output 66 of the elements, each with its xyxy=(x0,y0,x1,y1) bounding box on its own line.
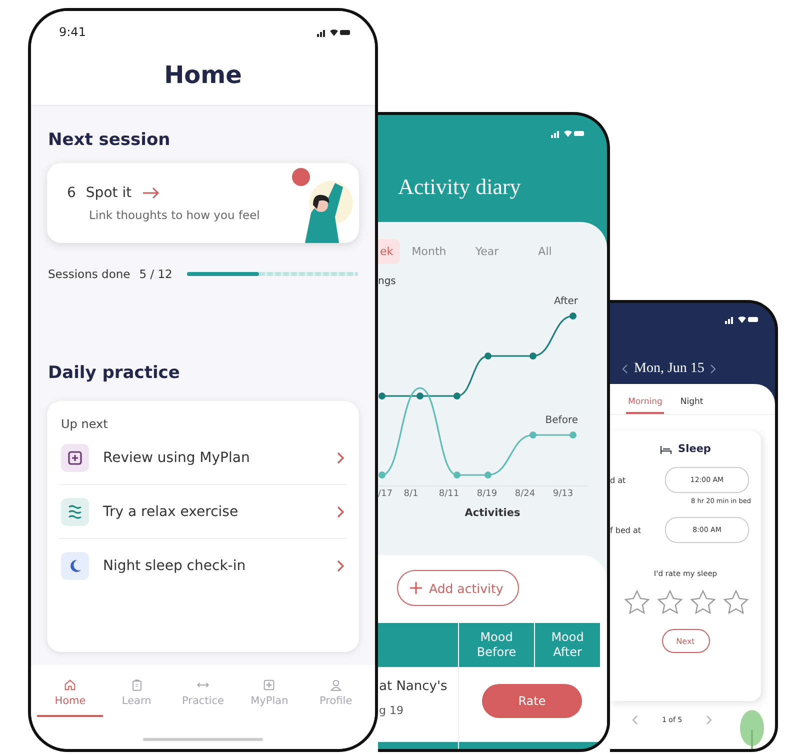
chevron-right-icon[interactable] xyxy=(710,364,716,374)
tab-bar-item[interactable]: Learn xyxy=(103,669,170,717)
rate-button[interactable]: Rate xyxy=(482,684,582,718)
field-label: f bed at xyxy=(610,526,642,534)
progress-label: Sessions done xyxy=(48,267,130,281)
status-time: 9:41 xyxy=(59,25,86,39)
next-button[interactable]: Next xyxy=(662,629,710,653)
progress-count: 5 / 12 xyxy=(139,267,172,281)
tab-bar-item[interactable]: MyPlan xyxy=(236,669,303,717)
series-label: After xyxy=(554,296,578,307)
card-subheading: Up next xyxy=(61,417,108,431)
activity-date: g 19 xyxy=(379,704,404,717)
column-header: Mood After xyxy=(534,623,600,667)
time-tab[interactable]: Night xyxy=(678,392,706,414)
tab-bar-item[interactable]: Home xyxy=(37,669,104,717)
card-title: Sleep xyxy=(678,443,711,455)
chevron-right-icon xyxy=(337,560,345,572)
bed-icon xyxy=(660,444,672,454)
section-heading: Daily practice xyxy=(48,363,180,383)
session-title: Spot it xyxy=(86,184,132,200)
screen-title: Activity diary xyxy=(398,174,521,199)
section-heading: Next session xyxy=(48,130,170,150)
session-number: 6 xyxy=(67,184,76,200)
moon-icon xyxy=(61,552,89,580)
star-icon xyxy=(624,590,650,615)
axis-tick-label: 8/19 xyxy=(476,489,498,499)
task-item[interactable]: Night sleep check-in xyxy=(59,539,347,592)
period-tab[interactable]: All xyxy=(516,238,574,264)
star-icon xyxy=(723,590,749,615)
axis-tick-label: 8/24 xyxy=(514,489,536,499)
period-tab[interactable]: Year xyxy=(458,238,516,264)
task-item[interactable]: Try a relax exercise xyxy=(59,485,347,539)
axis-tick-label: /17 xyxy=(378,489,392,499)
chevron-left-icon[interactable] xyxy=(622,364,628,374)
time-tab[interactable]: Morning xyxy=(626,392,664,414)
axis-label: Activities xyxy=(464,507,520,519)
chevron-right-icon xyxy=(337,452,345,464)
axis-tick-label: 8/1 xyxy=(402,489,420,499)
tab-bar-item[interactable]: Practice xyxy=(170,669,236,717)
star-icon xyxy=(690,590,716,615)
session-subtitle: Link thoughts to how you feel xyxy=(89,208,260,222)
waves-icon xyxy=(61,498,89,526)
plus-square-icon xyxy=(61,444,89,472)
date-title: Mon, Jun 15 xyxy=(634,361,704,377)
chevron-right-icon xyxy=(337,506,345,518)
column-header: Mood Before xyxy=(458,623,535,667)
add-activity-button[interactable]: Add activity xyxy=(397,570,519,606)
table-cell: at Nancy's g 19 xyxy=(378,667,458,749)
status-icons xyxy=(725,315,759,324)
tab-bar-item[interactable]: Profile xyxy=(302,669,370,717)
status-icons xyxy=(317,28,351,36)
arrow-icon xyxy=(142,186,160,198)
series-label: Before xyxy=(545,415,578,426)
screen-title: Home xyxy=(164,61,242,89)
status-icons xyxy=(551,129,585,138)
axis-label: ngs xyxy=(378,276,396,287)
session-card[interactable]: 6 Spot it Link thoughts to how you feel xyxy=(47,163,359,243)
task-item[interactable]: Review using MyPlan xyxy=(59,431,347,485)
period-tab[interactable]: ek xyxy=(378,238,400,264)
star-icon xyxy=(657,590,683,615)
period-tab[interactable]: Month xyxy=(400,238,458,264)
tree-drawing xyxy=(739,710,765,749)
field-label: d at xyxy=(610,476,626,484)
axis-tick-label: 8/11 xyxy=(438,489,460,499)
axis-tick-label: 9/13 xyxy=(552,489,574,499)
plus-icon xyxy=(410,582,422,594)
